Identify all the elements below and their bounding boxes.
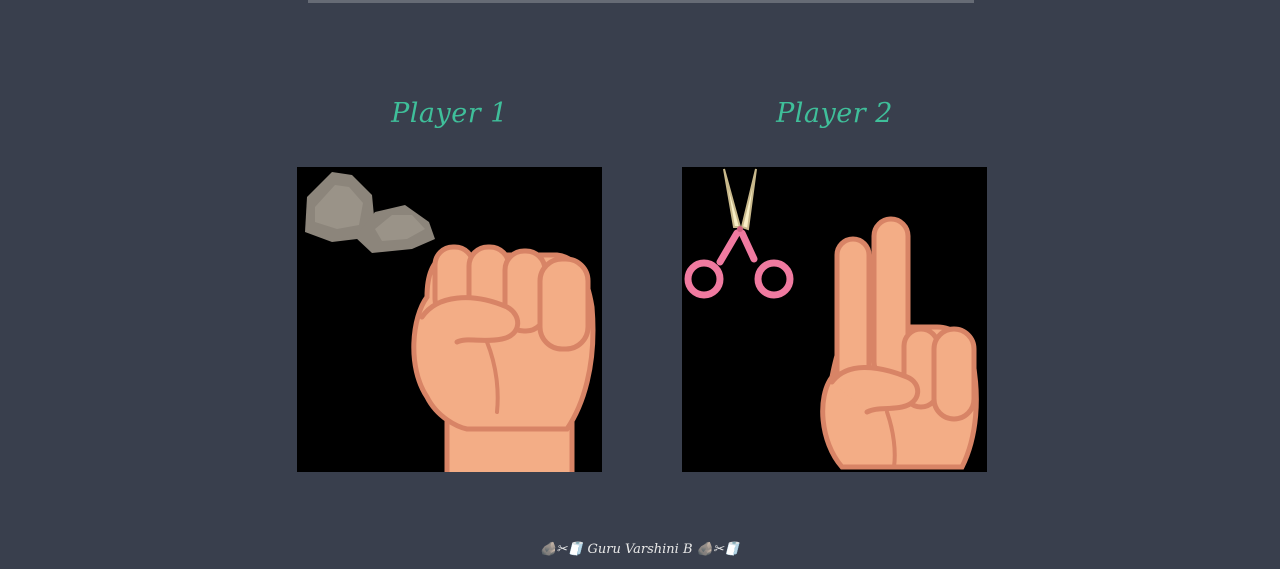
player-2-title: Player 2 <box>776 98 893 129</box>
player-2-panel: Player 2 <box>682 92 987 472</box>
player-2-choice-image <box>682 167 987 472</box>
footer-left-icons: 🪨✂🧻 <box>540 542 584 557</box>
player-1-panel: Player 1 <box>297 92 602 472</box>
rock-hand-icon <box>297 167 602 472</box>
player-1-title: Player 1 <box>391 98 508 129</box>
footer-credit: 🪨✂🧻 Guru Varshini B 🪨✂🧻 <box>0 541 1280 560</box>
footer-author: Guru Varshini B <box>587 542 693 557</box>
footer-right-icons: 🪨✂🧻 <box>696 542 740 557</box>
player-1-choice-image <box>297 167 602 472</box>
top-rule <box>308 0 974 3</box>
scissors-hand-icon <box>682 167 987 472</box>
